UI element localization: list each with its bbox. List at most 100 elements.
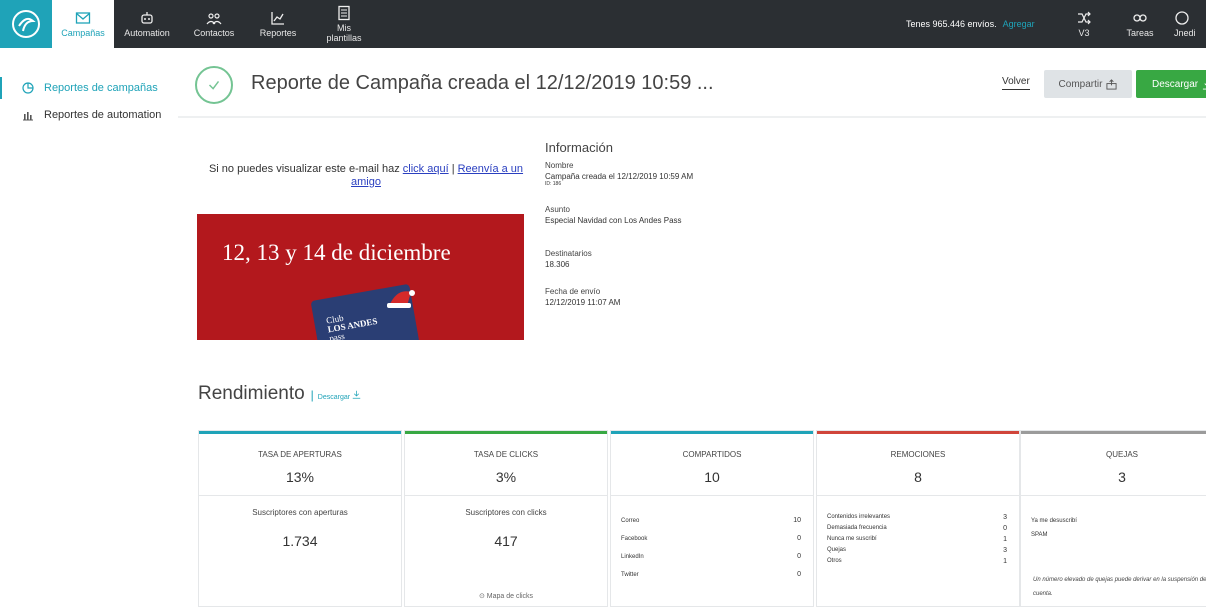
page-title: Reporte de Campaña creada el 12/12/2019 …: [251, 72, 714, 94]
card-value: 8: [914, 469, 922, 485]
removals-card: REMOCIONES 8 Contenidos irrelevantes 3 De…: [816, 430, 1020, 607]
list-item: Correo 10: [621, 512, 801, 530]
opens-card: TASA DE APERTURAS 13% Suscriptores con a…: [198, 430, 402, 607]
sends-counter: Tenes 965.446 envíos. Agregar: [906, 0, 1035, 48]
row-label: Demasiada frecuencia: [827, 525, 887, 531]
nav-plantillas[interactable]: Mis plantillas: [316, 0, 372, 48]
card-subtitle: Suscriptores con clicks: [465, 508, 547, 517]
card-accent: [405, 431, 607, 434]
performance-download-label: Descargar: [317, 394, 351, 401]
list-item: Otros 1: [827, 556, 1007, 567]
download-button[interactable]: Descargar: [1136, 70, 1206, 98]
asunto-value: Especial Navidad con Los Andes Pass: [545, 216, 682, 225]
nav-user[interactable]: Jnedi: [1174, 0, 1206, 48]
performance-download-link[interactable]: Descargar: [318, 390, 361, 401]
share-icon: [1106, 78, 1117, 90]
click-map-label: Mapa de clicks: [486, 593, 534, 600]
banner-text: 12, 13 y 14 de diciembre: [222, 240, 451, 265]
download-label: Descargar: [1152, 78, 1199, 90]
row-label: SPAM: [1031, 532, 1048, 538]
row-value: 3: [1003, 547, 1007, 554]
shuffle-icon: [1078, 11, 1091, 25]
card-divider: [405, 495, 607, 496]
nav-label: Contactos: [193, 28, 235, 38]
card-divider: [199, 495, 401, 496]
nav-label: Tareas: [1126, 28, 1154, 38]
card-title: REMOCIONES: [890, 450, 946, 459]
clicks-card: TASA DE CLICKS 3% Suscriptores con click…: [404, 430, 608, 607]
email-notice-text: Si no puedes visualizar este e-mail haz: [208, 163, 400, 175]
info-destinatarios: Destinatarios 18.306: [545, 249, 845, 283]
performance-title: Rendimiento: [198, 383, 305, 404]
sidebar-item-reportes-campanas[interactable]: Reportes de campañas: [0, 77, 158, 99]
sidebar: Reportes de campañas Reportes de automat…: [0, 48, 178, 607]
template-icon: [338, 5, 350, 21]
nav-campanas[interactable]: Campañas: [52, 0, 114, 48]
card-subtitle: Suscriptores con aperturas: [252, 508, 348, 517]
row-value: 0: [797, 571, 801, 578]
card-divider: [1021, 495, 1206, 496]
click-here-link[interactable]: click aquí: [403, 163, 449, 175]
card-value: 3: [1118, 469, 1126, 485]
click-map-link[interactable]: ⊙ Mapa de clicks: [405, 592, 607, 600]
nav-contactos[interactable]: Contactos: [184, 0, 244, 48]
row-value: 0: [797, 535, 801, 542]
page-header: Reporte de Campaña creada el 12/12/2019 …: [178, 48, 1206, 118]
bar-chart-icon: [23, 112, 33, 121]
contacts-icon: [206, 13, 222, 25]
add-sends-link[interactable]: Agregar: [1003, 19, 1035, 29]
back-button[interactable]: Volver: [1002, 76, 1030, 90]
card-title: TASA DE CLICKS: [473, 450, 539, 459]
info-panel: Información Nombre Campaña creada el 12/…: [545, 140, 845, 327]
sidebar-item-label: Reportes de automation: [44, 109, 162, 121]
logo-icon[interactable]: [0, 0, 52, 48]
sidebar-item-label: Reportes de campañas: [44, 82, 158, 94]
info-fecha: Fecha de envío 12/12/2019 11:07 AM: [545, 287, 845, 327]
row-label: Otros: [827, 558, 842, 564]
download-icon: [352, 390, 361, 399]
list-item: Quejas 3: [827, 545, 1007, 556]
fecha-label: Fecha de envío: [545, 287, 601, 296]
complaints-breakdown: Ya me desuscribí2 SPAM1: [1031, 512, 1206, 541]
info-title: Información: [545, 140, 613, 155]
nav-label: Mis plantillas: [326, 23, 362, 43]
pie-icon: [22, 82, 34, 94]
row-value: 10: [793, 517, 801, 524]
nav-reportes[interactable]: Reportes: [250, 0, 306, 48]
nav-label: Automation: [124, 28, 170, 38]
card-title: TASA DE APERTURAS: [258, 450, 342, 459]
card-accent: [1021, 431, 1206, 434]
row-value: 0: [797, 553, 801, 560]
nav-automation[interactable]: Automation: [116, 0, 178, 48]
list-item: Demasiada frecuencia 0: [827, 523, 1007, 534]
dest-label: Destinatarios: [545, 249, 592, 258]
row-label: Nunca me suscribí: [827, 536, 877, 542]
card-subvalue: 417: [494, 533, 518, 549]
card-text: Club LOS ANDES pass: [325, 308, 379, 340]
sidebar-item-reportes-automation[interactable]: Reportes de automation: [0, 104, 161, 126]
robot-icon: [141, 12, 153, 24]
nav-tareas[interactable]: Tareas: [1118, 0, 1162, 48]
row-value: 1: [1003, 536, 1007, 543]
list-item: LinkedIn 0: [621, 548, 801, 566]
nombre-value: Campaña creada el 12/12/2019 10:59 AM: [545, 172, 694, 181]
row-label: Twitter: [621, 572, 639, 578]
card-accent: [817, 431, 1019, 434]
card-title: COMPARTIDOS: [682, 450, 742, 459]
card-divider: [611, 495, 813, 496]
row-label: Ya me desuscribí: [1031, 518, 1077, 524]
user-icon: [1175, 11, 1189, 25]
card-value: 13%: [285, 469, 315, 485]
card-subvalue: 1.734: [282, 533, 318, 549]
list-item: SPAM1: [1031, 530, 1206, 541]
email-notice: Si no puedes visualizar este e-mail haz …: [200, 163, 532, 189]
share-button[interactable]: Compartir: [1044, 70, 1132, 98]
row-value: 1: [1003, 558, 1007, 565]
nav-v3[interactable]: V3: [1064, 0, 1104, 48]
row-label: Facebook: [621, 536, 648, 542]
nombre-label: Nombre: [545, 161, 574, 170]
asunto-label: Asunto: [545, 205, 570, 214]
target-icon: ⊙: [478, 593, 485, 600]
row-label: Contenidos irrelevantes: [827, 514, 891, 520]
removals-breakdown: Contenidos irrelevantes 3 Demasiada frecu…: [827, 512, 1007, 567]
